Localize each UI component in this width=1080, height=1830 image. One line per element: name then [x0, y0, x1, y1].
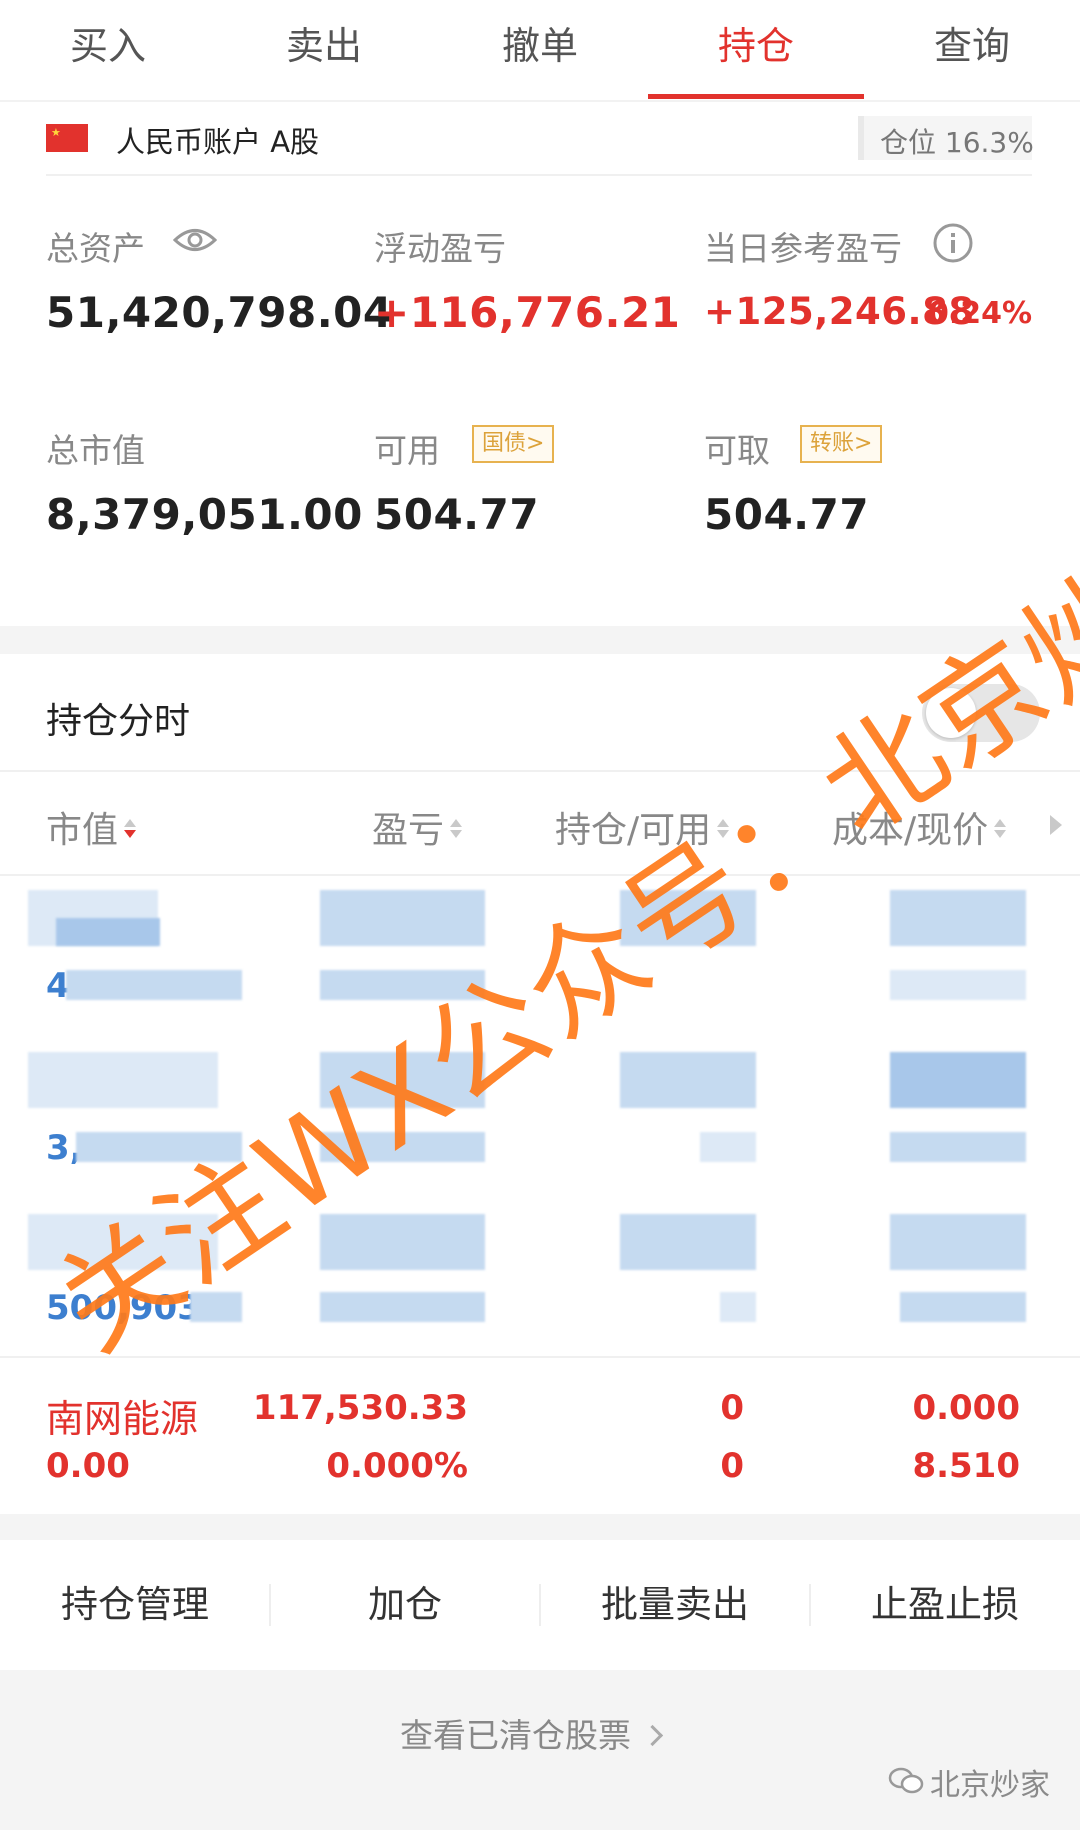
source-watermark: 北京炒家 — [930, 1768, 1050, 1803]
holding-available: 0 — [720, 1446, 744, 1486]
total-assets-label: 总资产 — [46, 229, 145, 268]
position-ratio-text: 仓位 16.3% — [880, 126, 1034, 159]
blur-block — [66, 970, 242, 1000]
section-gap — [0, 1514, 1080, 1540]
blur-block — [890, 970, 1026, 1000]
blur-block — [890, 890, 1026, 946]
divider — [0, 874, 1080, 876]
daily-pl-percent: 0.24% — [928, 296, 1033, 331]
tab-sell[interactable]: 卖出 — [216, 0, 432, 100]
blur-block — [720, 1292, 756, 1322]
tab-positions[interactable]: 持仓 — [648, 0, 864, 100]
blur-block — [700, 1132, 756, 1162]
blur-block — [28, 1052, 218, 1108]
column-label: 市值 — [46, 810, 119, 851]
available-value: 504.77 — [374, 490, 540, 539]
market-value-label: 总市值 — [46, 431, 145, 470]
eye-icon[interactable] — [173, 225, 217, 255]
chevron-right-icon — [641, 1724, 664, 1747]
holding-current-price: 8.510 — [912, 1446, 1020, 1486]
scroll-right-icon[interactable] — [1050, 815, 1062, 835]
holding-market-value: 0.00 — [46, 1446, 130, 1486]
intraday-positions-label: 持仓分时 — [46, 701, 191, 742]
holding-cost: 0.000 — [912, 1388, 1020, 1428]
blur-block — [890, 1132, 1026, 1162]
blur-block — [900, 1292, 1026, 1322]
blur-block — [890, 1052, 1026, 1108]
floating-pl-value: +116,776.21 — [374, 288, 681, 337]
add-position-button[interactable]: 加仓 — [270, 1540, 540, 1670]
action-bar: 持仓管理 加仓 批量卖出 止盈止损 — [0, 1540, 1080, 1670]
available-label: 可用 — [374, 431, 440, 470]
view-cleared-stocks-link[interactable]: 查看已清仓股票 — [400, 1709, 664, 1757]
divider — [46, 174, 1032, 176]
tab-query[interactable]: 查询 — [864, 0, 1080, 100]
blur-block — [890, 1214, 1026, 1270]
market-value-value: 8,379,051.00 — [46, 490, 363, 539]
tab-cancel-order[interactable]: 撤单 — [432, 0, 648, 100]
info-icon[interactable] — [932, 222, 974, 264]
china-flag-icon: ★ — [46, 124, 88, 152]
account-label[interactable]: 人民币账户 A股 — [116, 119, 319, 161]
column-profit-loss[interactable]: 盈亏 — [372, 801, 463, 853]
position-ratio-badge: 仓位 16.3% — [858, 116, 1034, 160]
transfer-tag[interactable]: 转账> — [800, 425, 883, 463]
position-management-button[interactable]: 持仓管理 — [0, 1540, 270, 1670]
treasury-bond-tag[interactable]: 国债> — [472, 425, 555, 463]
total-assets-value: 51,420,798.04 — [46, 288, 393, 337]
blur-block — [620, 1052, 756, 1108]
divider — [0, 1356, 1080, 1358]
withdrawable-label: 可取 — [704, 431, 770, 470]
column-market-value[interactable]: 市值 — [46, 801, 137, 853]
daily-pl-label: 当日参考盈亏 — [704, 229, 902, 268]
wechat-icon — [888, 1767, 924, 1794]
floating-pl-label: 浮动盈亏 — [374, 229, 506, 268]
tab-buy[interactable]: 买入 — [0, 0, 216, 100]
column-label: 盈亏 — [372, 810, 445, 851]
take-profit-stop-loss-button[interactable]: 止盈止损 — [810, 1540, 1080, 1670]
stock-name: 南网能源 — [46, 1397, 199, 1441]
blur-block — [320, 1292, 485, 1322]
holding-pl: 117,530.33 — [252, 1388, 468, 1428]
batch-sell-button[interactable]: 批量卖出 — [540, 1540, 810, 1670]
top-tab-bar: 买入 卖出 撤单 持仓 查询 — [0, 0, 1080, 102]
cleared-link-label: 查看已清仓股票 — [400, 1716, 631, 1755]
blur-block — [56, 918, 160, 946]
withdrawable-value: 504.77 — [704, 490, 870, 539]
sort-icon — [124, 818, 137, 838]
sort-icon — [994, 818, 1007, 838]
sort-icon — [450, 818, 463, 838]
holding-position: 0 — [720, 1388, 744, 1428]
active-tab-indicator — [648, 94, 864, 99]
blur-block — [620, 1214, 756, 1270]
holding-pl-percent: 0.000% — [326, 1446, 468, 1486]
blur-block — [320, 890, 485, 946]
